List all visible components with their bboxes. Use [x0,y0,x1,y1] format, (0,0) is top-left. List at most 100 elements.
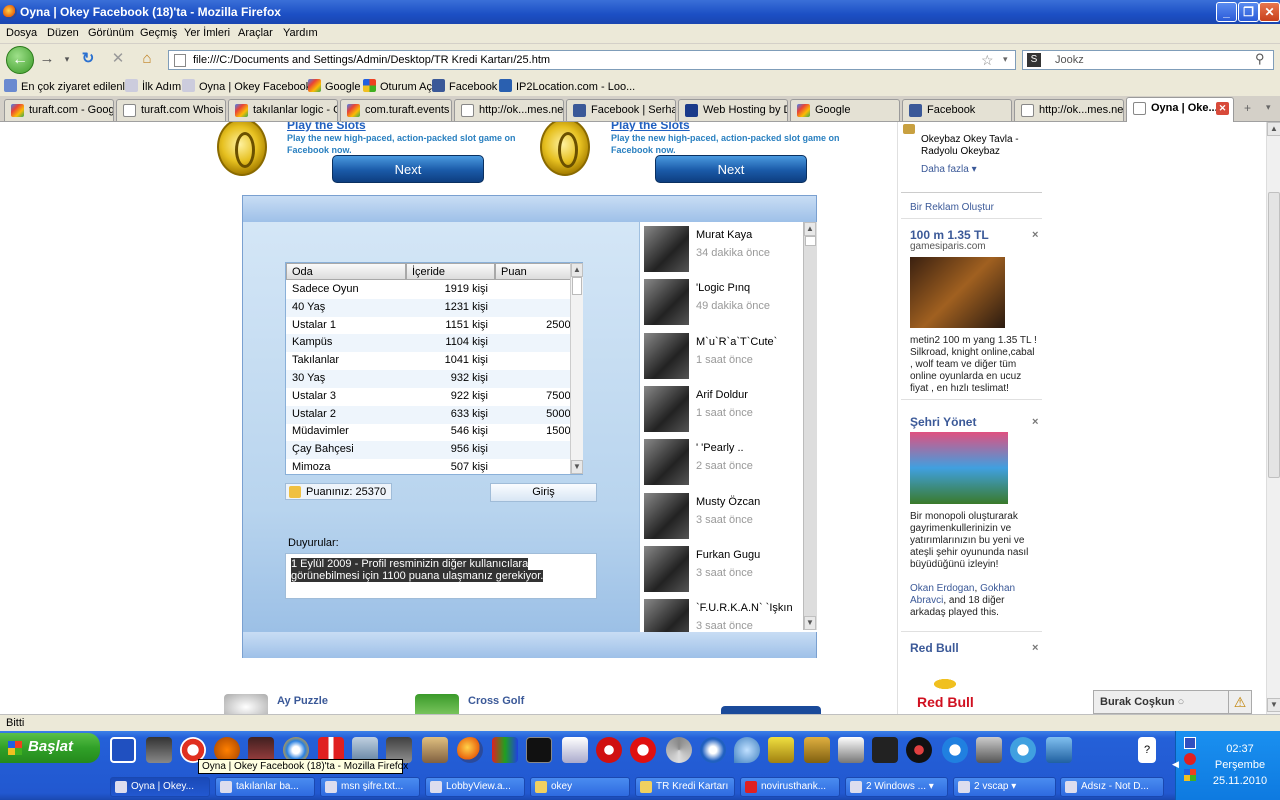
ad2-title[interactable]: Şehri Yönet [910,415,976,429]
list-item[interactable]: M`u`R`a`T`Cute` 1 saat önce [644,332,804,383]
scroll-down-icon[interactable]: ▼ [804,616,816,630]
quicklaunch-app-icon[interactable] [976,737,1002,763]
scroll-thumb[interactable] [1268,192,1280,478]
warning-icon[interactable]: ⚠ [1228,690,1252,714]
menu-edit[interactable]: Düzen [47,27,79,39]
stop-icon[interactable]: ✕ [109,50,127,68]
join-button[interactable]: Giriş [490,483,597,502]
forward-button[interactable]: → [38,50,56,68]
page-scrollbar[interactable]: ▲ ▼ [1266,122,1280,714]
tab-okey-active[interactable]: Oyna | Oke... ✕ [1126,97,1234,122]
bottom-blue-button[interactable] [721,706,821,714]
taskbar-button-lobbyview[interactable]: LobbyView.a... [425,777,525,797]
quicklaunch-globe-icon[interactable] [700,737,726,763]
tab-turaft-events[interactable]: com.turaft.events -... [340,99,452,121]
bookmark-star-icon[interactable]: ☆ [981,52,994,69]
ay-puzzle-link[interactable]: Ay Puzzle [277,695,328,707]
menu-bookmarks[interactable]: Yer İmleri [184,27,230,39]
history-dropdown-icon[interactable]: ▾ [58,50,76,68]
quicklaunch-nfs-icon[interactable] [872,737,898,763]
avatar[interactable] [644,492,689,539]
scroll-thumb[interactable] [572,277,582,295]
table-row[interactable]: 30 Yaş 932 kişi [286,370,572,388]
back-button[interactable]: ← [6,46,34,74]
home-icon[interactable]: ⌂ [138,50,156,68]
teamviewer-icon[interactable] [942,737,968,763]
red-bull-logo-text[interactable]: Red Bull [917,694,974,710]
tab-web-hosting[interactable]: Web Hosting by D... [678,99,788,121]
quicklaunch-media-icon[interactable] [906,737,932,763]
avatar[interactable] [644,385,689,432]
quicklaunch-drop-icon[interactable] [734,737,760,763]
tab-google[interactable]: Google [790,99,900,121]
quicklaunch-ip-icon[interactable] [596,737,622,763]
tab-okeygames-1[interactable]: http://ok...mes.net/ [454,99,564,121]
ad1-title[interactable]: 100 m 1.35 TL [910,228,989,242]
search-input[interactable]: S Jookz ⚲ [1022,50,1274,70]
list-item[interactable]: Murat Kaya 34 dakika önce [644,226,804,276]
menu-help[interactable]: Yardım [283,27,318,39]
ad2-image[interactable] [910,432,1008,504]
table-row[interactable]: Takılanlar 1041 kişi [286,352,572,370]
next-button[interactable]: Next [332,155,484,183]
bookmark-okey[interactable]: Oyna | Okey Facebook... [182,79,320,93]
table-row[interactable]: Ustalar 2 633 kişi 5000+ [286,405,577,424]
table-row[interactable]: 40 Yaş 1231 kişi [286,298,572,317]
quicklaunch-r-icon[interactable] [804,737,830,763]
create-ad-link[interactable]: Bir Reklam Oluştur [910,202,994,213]
tab-okeygames-2[interactable]: http://ok...mes.net/ [1014,99,1124,121]
column-header-inside[interactable]: İçeride [406,263,495,280]
window-title-bar[interactable]: Oyna | Okey Facebook (18)'ta - Mozilla F… [0,0,1280,24]
taskbar-button-vscap[interactable]: 2 vscap ▾ [953,777,1056,797]
friends-scrollbar[interactable]: ▲ ▼ [803,222,817,630]
avatar[interactable] [644,332,689,379]
url-bar[interactable]: file:///C:/Documents and Settings/Admin/… [168,50,1016,70]
avatar[interactable] [644,279,689,326]
ay-puzzle-thumbnail[interactable] [224,694,268,714]
maximize-button[interactable]: ❐ [1238,2,1259,22]
list-item[interactable]: Arif Doldur 1 saat önce [644,385,804,436]
scroll-up-icon[interactable]: ▲ [571,263,583,277]
tab-turaft-google[interactable]: turaft.com - Googl... [4,99,114,121]
play-slots-link[interactable]: Play the Slots [611,122,690,132]
tab-takilanlar-logic[interactable]: takılanlar logic - G... [228,99,338,121]
tray-expand-icon[interactable]: ◀ [1172,759,1179,770]
tray-icon[interactable] [1184,737,1196,749]
taskbar-button-tr-kredi[interactable]: TR Kredi Kartarı [635,777,735,797]
table-row[interactable]: Sadece Oyun 1919 kişi [286,281,572,299]
quicklaunch-desktop-icon[interactable] [110,737,136,763]
bookmark-google[interactable]: Google [308,79,360,93]
ad1-image[interactable] [910,257,1005,328]
search-icon[interactable]: ⚲ [1255,51,1265,67]
quicklaunch-app-icon[interactable] [1010,737,1036,763]
taskbar-button-firefox[interactable]: Oyna | Okey... [110,777,210,797]
url-dropdown-icon[interactable]: ▾ [1003,54,1008,65]
taskbar-button-notepad[interactable]: Adsız - Not D... [1060,777,1164,797]
column-header-room[interactable]: Oda [286,263,406,280]
taskbar-clock[interactable]: 02:37 Perşembe 25.11.2010 [1205,742,1275,788]
more-link[interactable]: Daha fazla ▾ [921,164,977,175]
close-tab-icon[interactable]: ✕ [1216,102,1229,115]
quicklaunch-tool-icon[interactable] [768,737,794,763]
close-ad-icon[interactable]: × [1032,229,1038,241]
taskbar-button-novirus[interactable]: novirusthank... [740,777,840,797]
bookmark-most-visited[interactable]: En çok ziyaret edilenler [4,79,135,93]
search-engine-icon[interactable]: S [1027,53,1041,67]
tab-list-icon[interactable]: ▾ [1266,102,1271,113]
opera-icon[interactable] [630,737,656,763]
tab-facebook[interactable]: Facebook [902,99,1012,121]
new-tab-icon[interactable]: + [1244,101,1251,115]
menu-file[interactable]: Dosya [6,27,37,39]
scroll-down-icon[interactable]: ▼ [571,460,583,474]
list-item[interactable]: Musty Özcan 3 saat önce [644,492,804,543]
avatar[interactable] [644,439,689,486]
quicklaunch-winrar-icon[interactable] [492,737,518,763]
quicklaunch-app-icon[interactable] [666,737,692,763]
quicklaunch-explorer-icon[interactable] [562,737,588,763]
tab-facebook-serhat[interactable]: Facebook | Serhat... [566,99,676,121]
table-row[interactable]: Mimoza 507 kişi [286,459,572,477]
table-row[interactable]: Ustalar 1 1151 kişi 2500+ [286,317,577,335]
close-ad-icon[interactable]: × [1032,642,1038,654]
taskbar-button-okey[interactable]: okey [530,777,630,797]
quicklaunch-nfs-icon[interactable] [526,737,552,763]
